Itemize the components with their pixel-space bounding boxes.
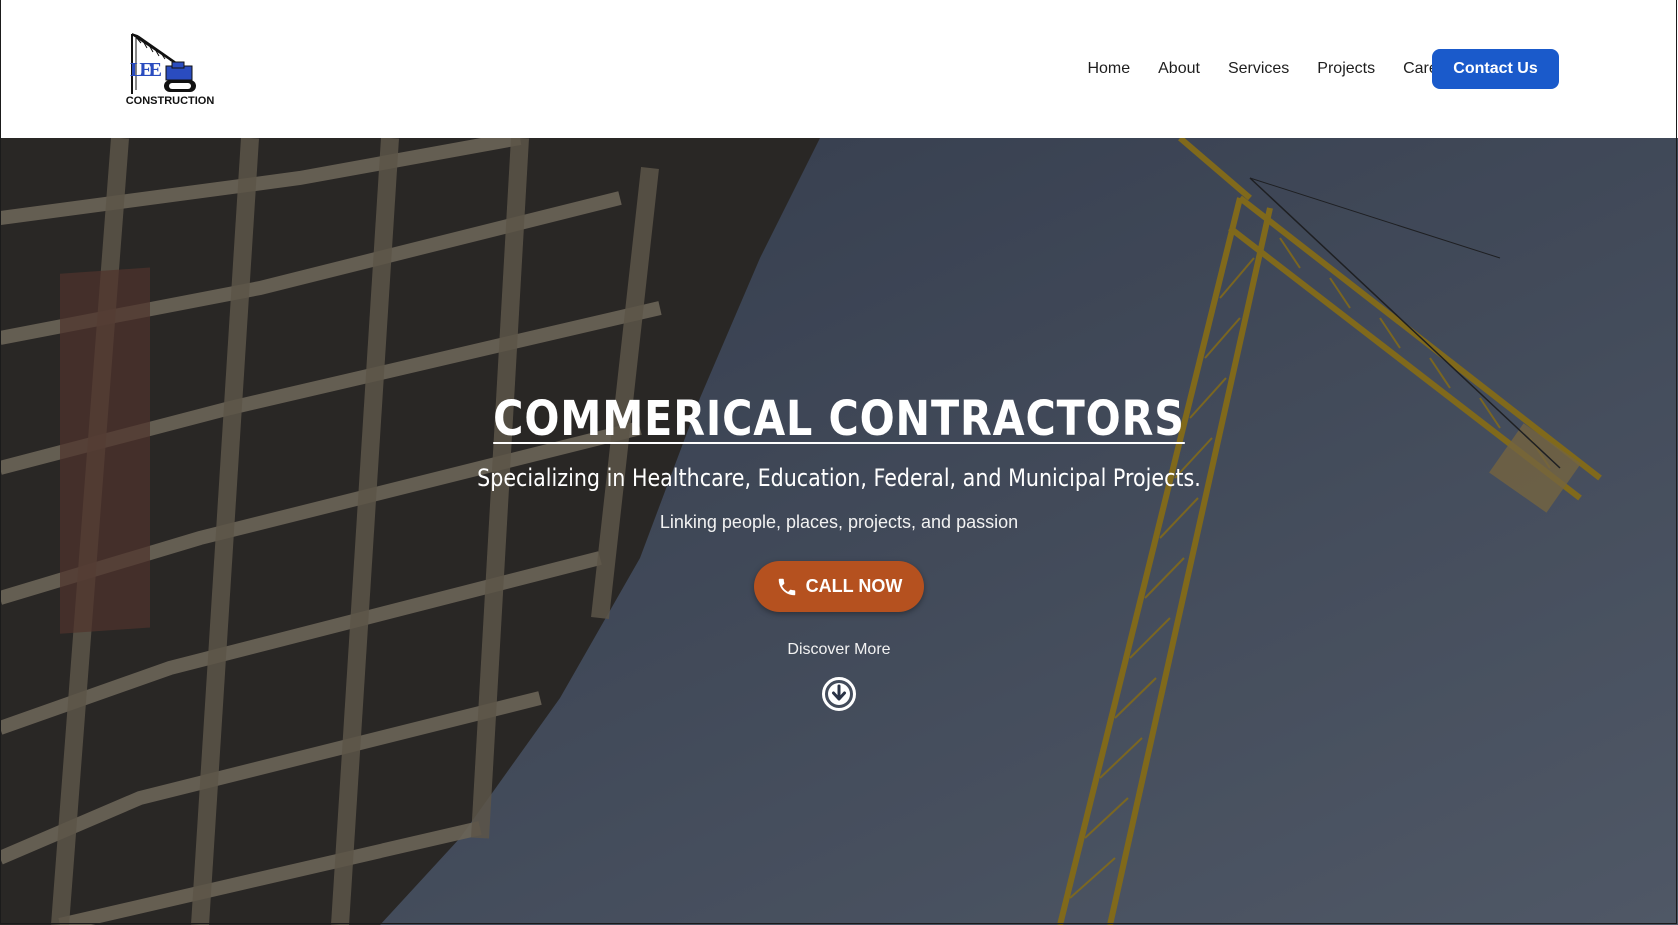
nav-home[interactable]: Home	[1087, 60, 1130, 78]
logo-wordmark: CONSTRUCTION	[126, 95, 215, 107]
hero-subtitle: Specializing in Healthcare, Education, F…	[477, 464, 1201, 492]
svg-text:LEE: LEE	[130, 59, 162, 81]
hero-title: COMMERICAL CONTRACTORS	[493, 391, 1185, 447]
contact-us-button[interactable]: Contact Us	[1432, 49, 1559, 89]
hero-tagline: Linking people, places, projects, and pa…	[659, 512, 1019, 532]
nav-about[interactable]: About	[1158, 60, 1200, 78]
phone-icon	[776, 576, 798, 598]
nav-projects[interactable]: Projects	[1317, 60, 1375, 78]
site-header: LEE CONSTRUCTION Home About Services Pro…	[0, 0, 1678, 138]
site-logo[interactable]: LEE CONSTRUCTION	[116, 28, 224, 110]
hero-section: COMMERICAL CONTRACTORS Specializing in H…	[0, 138, 1678, 925]
discover-more-label[interactable]: Discover More	[0, 641, 1678, 659]
call-now-label: CALL NOW	[805, 576, 903, 596]
hero-content: COMMERICAL CONTRACTORS Specializing in H…	[0, 138, 1678, 925]
arrow-down-circle-icon[interactable]	[821, 676, 857, 712]
main-nav: Home About Services Projects Careers	[1087, 49, 1460, 89]
crane-logo-icon: LEE CONSTRUCTION	[126, 33, 215, 107]
nav-services[interactable]: Services	[1228, 60, 1289, 78]
call-now-button[interactable]: CALL NOW	[754, 561, 924, 612]
